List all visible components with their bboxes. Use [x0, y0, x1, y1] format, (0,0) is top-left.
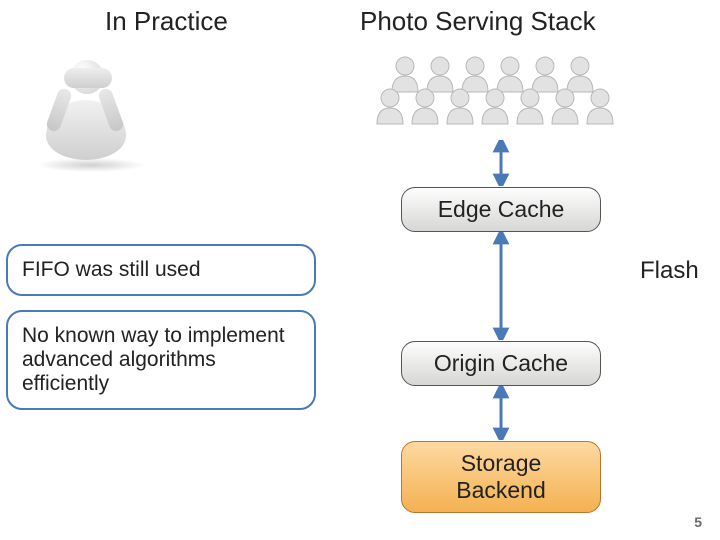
- arrow-users-to-edge: [492, 140, 510, 186]
- callout-fifo: FIFO was still used: [6, 244, 316, 296]
- page-number: 5: [694, 514, 702, 530]
- title-photo-serving: Photo Serving Stack: [360, 6, 596, 37]
- callout-no-known: No known way to implement advanced algor…: [6, 310, 316, 410]
- node-edge-cache: Edge Cache: [401, 187, 601, 232]
- arrow-edge-to-origin: [492, 232, 510, 340]
- title-in-practice: In Practice: [105, 6, 228, 37]
- facepalm-figure-icon: [6, 50, 166, 170]
- node-storage-backend: Storage Backend: [401, 441, 601, 513]
- arrow-origin-to-storage: [492, 386, 510, 440]
- label-flash: Flash: [640, 257, 699, 285]
- users-crowd-icon: [365, 50, 625, 140]
- node-origin-cache: Origin Cache: [401, 341, 601, 386]
